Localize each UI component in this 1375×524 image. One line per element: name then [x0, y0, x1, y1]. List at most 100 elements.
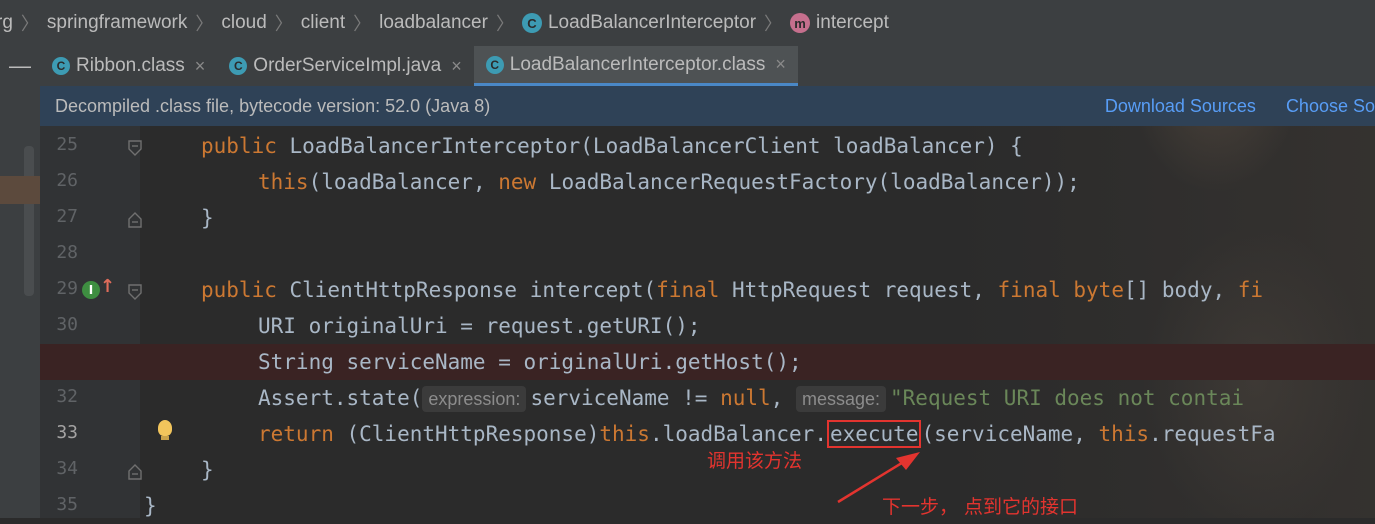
code-line-32: Assert.state(expression: serviceName != n… [258, 380, 1244, 416]
breadcrumb-label: LoadBalancerInterceptor [547, 12, 757, 33]
line-number: 34 [56, 458, 78, 479]
code-text: URI originalUri = request.getURI(); [258, 314, 701, 338]
method-icon: m [790, 13, 811, 33]
code-line-25: public LoadBalancerInterceptor(LoadBalan… [201, 128, 1023, 164]
line-number: 29 [56, 278, 78, 299]
keyword: return [258, 422, 334, 446]
code-line-29: public ClientHttpResponse intercept(fina… [201, 272, 1263, 308]
tool-window-marker [0, 176, 40, 204]
code-line-31: String serviceName = originalUri.getHost… [258, 344, 802, 380]
code-line-26: this(loadBalancer, new LoadBalancerReque… [258, 164, 1080, 200]
line-number: 35 [56, 494, 78, 515]
line-number: 25 [56, 134, 78, 155]
chevron-right-icon: 〉 [20, 14, 39, 34]
string-literal: "Request URI does not contai [890, 386, 1245, 410]
code-text: Assert.state( [258, 386, 423, 410]
code-text: String serviceName = originalUri.getHost… [258, 350, 802, 374]
keyword: public [201, 134, 277, 158]
code-text: LoadBalancerInterceptor(LoadBalancerClie… [276, 134, 1023, 158]
annotation-next-step: 下一步， 点到它的接口 [882, 496, 1079, 518]
code-text: .requestFa [1149, 422, 1276, 446]
code-text: serviceName != [530, 386, 721, 410]
chevron-right-icon: 〉 [353, 14, 372, 34]
tab-label: LoadBalancerInterceptor.class [509, 53, 766, 75]
download-sources-link[interactable]: Download Sources [1105, 96, 1256, 117]
code-text: (loadBalancer, [308, 170, 499, 194]
close-icon[interactable]: × [775, 54, 786, 75]
breadcrumb-label: client [300, 12, 346, 33]
code-text: (serviceName, [921, 422, 1099, 446]
keyword: this [1098, 422, 1150, 446]
up-arrow-icon[interactable]: ↑ [100, 276, 115, 297]
chevron-right-icon: 〉 [274, 14, 293, 34]
class-icon: C [229, 57, 248, 75]
decompiled-info-bar: Decompiled .class file, bytecode version… [40, 86, 1375, 126]
breadcrumb-label: cloud [221, 12, 267, 33]
breadcrumb-item-method[interactable]: m intercept [790, 12, 889, 34]
breadcrumb-item-class[interactable]: C LoadBalancerInterceptor 〉 [521, 10, 790, 36]
code-text: .loadBalancer. [649, 422, 827, 446]
keyword: null [720, 386, 771, 410]
tab-loadbalancerinterceptor[interactable]: C LoadBalancerInterceptor.class × [473, 46, 798, 86]
line-number: 28 [56, 242, 78, 263]
keyword: fi [1237, 278, 1264, 302]
code-text: } [201, 206, 214, 230]
code-line-27: } [201, 200, 214, 236]
code-text: , [770, 386, 796, 410]
implements-method-icon[interactable]: I [82, 281, 100, 299]
line-number: 30 [56, 314, 78, 335]
code-text: ClientHttpResponse intercept( [276, 278, 657, 302]
code-text: } [144, 494, 157, 518]
editor-gutter: 25 26 27 28 29 30 31 32 33 34 35 [40, 126, 142, 518]
class-icon: C [521, 13, 542, 33]
class-icon: C [52, 57, 70, 75]
breadcrumb-label: springframework [46, 12, 188, 33]
keyword: this [258, 170, 309, 194]
parameter-hint: message: [795, 386, 887, 412]
chevron-right-icon: 〉 [495, 14, 514, 34]
code-text: HttpRequest request, [719, 278, 998, 302]
tab-ribbon-class[interactable]: C Ribbon.class × [40, 46, 217, 86]
code-text: (ClientHttpResponse) [333, 422, 600, 446]
parameter-hint: expression: [422, 386, 527, 412]
close-icon[interactable]: × [451, 56, 462, 77]
structure-scrollbar[interactable] [24, 146, 34, 296]
close-icon[interactable]: × [195, 56, 206, 77]
code-line-34: } [201, 452, 214, 488]
keyword: public [201, 278, 277, 302]
code-text: [] body, [1123, 278, 1238, 302]
breadcrumb-label: loadbalancer [379, 12, 488, 33]
keyword: new [498, 170, 537, 194]
tab-orderserviceimpl[interactable]: C OrderServiceImpl.java × [217, 46, 473, 86]
tab-label: OrderServiceImpl.java [253, 55, 442, 76]
breadcrumb-item-rg[interactable]: rg 〉 [0, 10, 47, 36]
keyword: final byte [997, 278, 1124, 302]
keyword: final [656, 278, 720, 302]
annotation-call-method: 调用该方法 [707, 450, 803, 472]
breadcrumb-item-client[interactable]: client 〉 [301, 10, 379, 36]
chevron-right-icon: 〉 [195, 14, 214, 34]
hamburger-menu-icon[interactable]: — [0, 46, 40, 86]
tab-label: Ribbon.class [76, 55, 185, 76]
line-number: 27 [56, 206, 78, 227]
code-text: } [201, 458, 214, 482]
breadcrumb: rg 〉 springframework 〉 cloud 〉 client 〉 load… [0, 0, 1375, 47]
breadcrumb-item-cloud[interactable]: cloud 〉 [221, 10, 300, 36]
line-number: 33 [56, 422, 78, 443]
breadcrumb-label: rg [0, 12, 13, 33]
keyword: this [599, 422, 650, 446]
editor-tab-bar: — C Ribbon.class × C OrderServiceImpl.ja… [0, 46, 1375, 86]
execute-method-highlight[interactable]: execute [826, 420, 922, 448]
breadcrumb-item-springframework[interactable]: springframework 〉 [47, 10, 221, 36]
code-line-35: } [144, 488, 157, 524]
breadcrumb-label: intercept [816, 12, 889, 33]
choose-sources-link[interactable]: Choose So [1286, 96, 1375, 117]
line-number: 26 [56, 170, 78, 191]
chevron-right-icon: 〉 [764, 14, 783, 34]
class-icon: C [485, 55, 504, 74]
code-line-30: URI originalUri = request.getURI(); [258, 308, 701, 344]
breadcrumb-item-loadbalancer[interactable]: loadbalancer 〉 [379, 10, 522, 36]
decompiled-message: Decompiled .class file, bytecode version… [55, 95, 491, 116]
line-number: 32 [56, 386, 78, 407]
code-text: LoadBalancerRequestFactory(loadBalancer)… [536, 170, 1080, 194]
